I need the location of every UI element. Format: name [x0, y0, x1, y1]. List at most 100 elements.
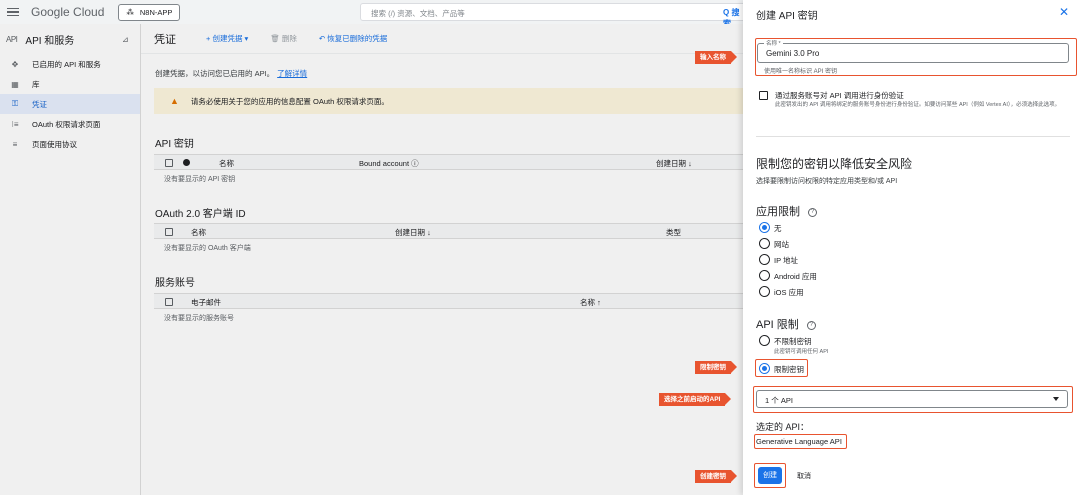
col-name[interactable]: 名称 — [219, 158, 234, 169]
sidebar-item-label: OAuth 权限请求页面 — [32, 119, 101, 129]
sidebar-title: API 和服务 — [25, 35, 75, 47]
service-accounts-heading: 服务账号 — [155, 278, 195, 289]
col-bound-account[interactable]: Bound account ⓘ — [359, 158, 419, 169]
learn-more-link[interactable]: 了解详情 — [277, 69, 307, 78]
warning-icon: ▲ — [170, 96, 179, 106]
radio-api-restrict[interactable] — [759, 363, 770, 374]
api-keys-heading: API 密钥 — [155, 139, 194, 150]
radio-label: Android 应用 — [774, 272, 817, 281]
main-content: 凭证 + 创建凭据 ▾ 🗑 删除 ↶ 恢复已删除的凭据 创建凭据，以访问您已启用… — [141, 24, 744, 495]
select-all-checkbox[interactable] — [165, 297, 173, 306]
radio-app-website[interactable] — [759, 238, 770, 249]
api-restrictions-label: API 限制 — [756, 319, 799, 331]
app-restrictions-heading: 应用限制? — [756, 203, 817, 219]
radio-app-android[interactable] — [759, 270, 770, 281]
warning-text: 请务必使用关于您的应用的信息配置 OAuth 权限请求页面。 — [190, 96, 389, 106]
selected-api-chip: Generative Language API — [756, 437, 842, 446]
sidebar-item-credentials[interactable]: ⚿ 凭证 — [0, 94, 140, 114]
col-type[interactable]: 类型 — [666, 227, 681, 238]
create-credentials-button[interactable]: + 创建凭据 ▾ — [206, 33, 248, 44]
key-icon: ⚿ — [11, 99, 19, 108]
radio-sublabel: 此密钥可调用任何 API — [774, 349, 829, 355]
col-created[interactable]: 创建日期 ↓ — [656, 158, 692, 169]
google-cloud-logo[interactable]: Google Cloud — [31, 5, 104, 19]
page-title: 凭证 — [154, 33, 176, 46]
help-icon[interactable]: ? — [806, 320, 816, 330]
radio-app-none[interactable] — [759, 222, 770, 233]
sidebar-header: API API 和服务 — [0, 24, 140, 54]
sidebar: API API 和服务 ⊿ ✥ 已启用的 API 和服务 ▦ 库 ⚿ 凭证 ⁝≡… — [0, 24, 141, 495]
api-keys-empty: 没有要显示的 API 密钥 — [164, 176, 236, 183]
restrict-heading: 限制您的密钥以降低安全风险 — [756, 157, 913, 171]
app-restrictions-label: 应用限制 — [756, 206, 800, 218]
radio-label: 网站 — [774, 240, 789, 249]
annotation-tag-enter-name: 输入名称 — [695, 51, 737, 64]
name-field[interactable]: 名称 * Gemini 3.0 Pro — [757, 39, 1069, 63]
api-icon: API — [6, 34, 18, 44]
radio-app-ip[interactable] — [759, 254, 770, 265]
restore-button[interactable]: ↶ 恢复已删除的凭据 — [319, 33, 387, 44]
api-select-value: 1 个 API — [765, 396, 793, 405]
help-icon[interactable]: ? — [808, 207, 817, 217]
panel-title: 创建 API 密钥 — [756, 11, 818, 22]
sidebar-item-library[interactable]: ▦ 库 — [0, 74, 140, 94]
apis-icon: ✥ — [11, 59, 19, 69]
select-all-checkbox[interactable] — [165, 158, 173, 167]
radio-label: IP 地址 — [774, 256, 799, 265]
name-hint: 使用唯一名称标识 API 密钥 — [764, 69, 838, 75]
project-icon: ⁂ — [126, 7, 134, 17]
radio-label: 限制密钥 — [774, 365, 804, 374]
cancel-button[interactable]: 取消 — [797, 471, 811, 481]
warning-banner: ▲ 请务必使用关于您的应用的信息配置 OAuth 权限请求页面。 — [154, 88, 744, 114]
sidebar-item-label: 凭证 — [32, 99, 47, 109]
agreement-icon: ≡ — [12, 139, 18, 149]
col-name[interactable]: 名称 — [191, 227, 206, 238]
pin-icon[interactable]: ⊿ — [122, 35, 129, 44]
radio-label: 无 — [774, 224, 782, 233]
status-icon — [183, 159, 190, 166]
delete-button[interactable]: 🗑 删除 — [270, 33, 297, 44]
service-account-description: 此密钥发出的 API 调用将绑定的服务账号身份进行身份验证。如要访问某些 API… — [775, 102, 1061, 108]
service-account-label: 通过服务账号对 API 调用进行身份验证 — [775, 91, 904, 100]
api-select-dropdown[interactable]: 1 个 API — [756, 390, 1068, 408]
select-all-checkbox[interactable] — [165, 227, 173, 236]
sidebar-item-page-agreement[interactable]: ≡ 页面使用协议 — [0, 134, 140, 154]
restrict-subtitle: 选择要限制访问权限的特定应用类型和/或 API — [756, 178, 898, 185]
oauth-heading: OAuth 2.0 客户端 ID — [155, 209, 246, 220]
consent-icon: ⁝≡ — [11, 119, 19, 129]
annotation-tag-restrict-key: 限制密钥 — [695, 361, 737, 374]
sidebar-item-oauth-consent[interactable]: ⁝≡ OAuth 权限请求页面 — [0, 114, 140, 134]
name-label: 名称 * — [764, 39, 783, 47]
menu-icon[interactable] — [7, 7, 19, 17]
radio-api-unrestricted[interactable] — [759, 335, 770, 346]
sidebar-item-label: 库 — [32, 79, 40, 89]
page-description: 创建凭据，以访问您已启用的 API。 了解详情 — [155, 68, 307, 79]
sidebar-item-enabled-apis[interactable]: ✥ 已启用的 API 和服务 — [0, 54, 140, 74]
radio-app-ios[interactable] — [759, 286, 770, 297]
close-icon[interactable]: ✕ — [1059, 5, 1069, 19]
divider — [756, 136, 1070, 137]
name-value: Gemini 3.0 Pro — [766, 49, 820, 58]
create-button[interactable]: 创建 — [758, 467, 782, 484]
radio-label: 不限制密钥 — [774, 337, 812, 346]
project-picker[interactable]: ⁂ N8N-APP — [118, 3, 181, 21]
service-account-checkbox[interactable] — [759, 91, 768, 100]
oauth-empty: 没有要显示的 OAuth 客户端 — [164, 245, 251, 252]
search-placeholder: 搜索 (/) 资源、文档、产品等 — [371, 9, 465, 18]
sidebar-item-label: 已启用的 API 和服务 — [32, 59, 101, 69]
oauth-table-header: 名称 创建日期 ↓ 类型 — [154, 223, 744, 239]
annotation-tag-choose-api: 选择之前启动的API — [659, 393, 732, 406]
api-keys-table-header: 名称 Bound account ⓘ 创建日期 ↓ — [154, 154, 744, 170]
col-email[interactable]: 电子邮件 — [191, 297, 221, 308]
sidebar-item-label: 页面使用协议 — [32, 139, 77, 149]
service-accounts-empty: 没有要显示的服务账号 — [164, 315, 234, 322]
col-name[interactable]: 名称 ↑ — [580, 297, 601, 308]
project-name: N8N-APP — [139, 7, 173, 17]
col-created[interactable]: 创建日期 ↓ — [395, 227, 431, 238]
service-accounts-table-header: 电子邮件 名称 ↑ — [154, 293, 744, 309]
search-input[interactable]: 搜索 (/) 资源、文档、产品等 — [360, 3, 748, 21]
description-text: 创建凭据，以访问您已启用的 API。 — [155, 69, 275, 78]
annotation-tag-create-key: 创建密钥 — [695, 470, 737, 483]
create-api-key-panel: 创建 API 密钥 ✕ 名称 * Gemini 3.0 Pro 使用唯一名称标识… — [743, 0, 1080, 495]
main-toolbar: 凭证 + 创建凭据 ▾ 🗑 删除 ↶ 恢复已删除的凭据 — [141, 24, 743, 54]
